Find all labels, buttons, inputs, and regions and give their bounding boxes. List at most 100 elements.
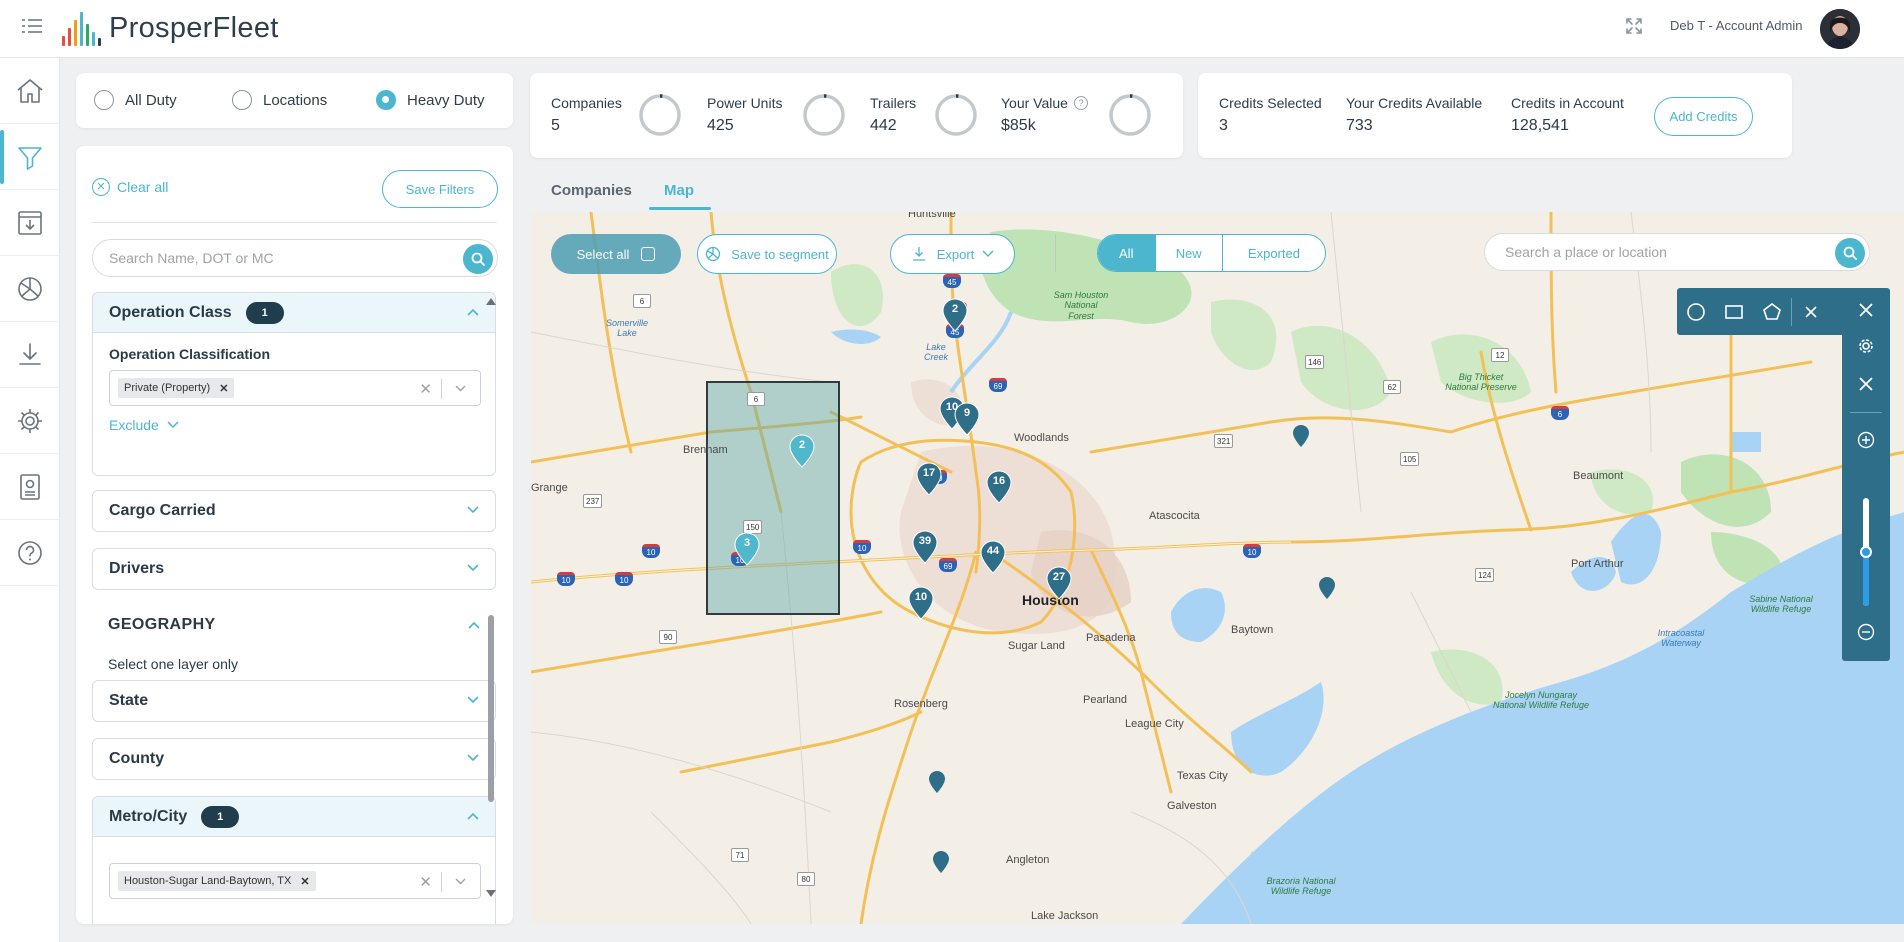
save-filters-button[interactable]: Save Filters [382, 170, 498, 208]
segment-new[interactable]: New [1156, 235, 1223, 271]
tool-divider [1850, 412, 1882, 413]
remove-layer-button[interactable] [1842, 364, 1890, 404]
radio-circle[interactable] [376, 90, 396, 110]
section-state[interactable]: State [92, 680, 496, 722]
clear-selection-icon[interactable]: ✕ [419, 873, 432, 891]
cluster-pin[interactable]: 44 [980, 540, 1006, 574]
cluster-pin[interactable]: 39 [912, 530, 938, 564]
park-label: Big Thicket National Preserve [1445, 372, 1517, 393]
cluster-pin[interactable]: 17 [916, 462, 942, 496]
chevron-up-icon[interactable] [467, 308, 479, 316]
cluster-pin[interactable]: 27 [1046, 566, 1072, 600]
geography-header[interactable]: GEOGRAPHY [92, 605, 496, 645]
select-separator [441, 872, 442, 892]
interstate-shield: 10 [853, 540, 871, 554]
zoom-slider-handle[interactable] [1860, 546, 1872, 558]
draw-circle-tool[interactable] [1677, 288, 1715, 335]
chip-remove-icon[interactable]: ✕ [300, 875, 309, 888]
nav-home[interactable] [0, 58, 60, 124]
section-county[interactable]: County [92, 738, 496, 780]
interstate-shield: 6 [1551, 406, 1569, 420]
operation-classification-select[interactable]: Private (Property) ✕ ✕ [109, 370, 481, 406]
cluster-pin[interactable]: 2 [789, 434, 815, 468]
segment-all[interactable]: All [1098, 235, 1156, 271]
nav-segments[interactable] [0, 256, 60, 322]
badge-icon [20, 473, 40, 500]
segment-exported[interactable]: Exported [1223, 235, 1325, 271]
location-pin[interactable] [1292, 424, 1310, 448]
exclude-toggle[interactable]: Exclude [109, 417, 179, 433]
radio-circle[interactable] [94, 90, 114, 110]
interstate-shield: 10 [557, 572, 575, 586]
select-all-button[interactable]: Select all [551, 234, 681, 274]
radio-all-duty[interactable]: All Duty [94, 90, 177, 110]
map-view[interactable]: 4545101010101010104569696690150146126232… [531, 212, 1904, 924]
radio-heavy-duty[interactable]: Heavy Duty [376, 90, 485, 110]
tab-companies[interactable]: Companies [551, 182, 632, 199]
add-credits-button[interactable]: Add Credits [1654, 97, 1753, 136]
fullscreen-icon[interactable] [1624, 16, 1644, 36]
zoom-slider[interactable] [1860, 498, 1872, 606]
operation-class-header[interactable]: Operation Class 1 [93, 293, 495, 333]
nav-account[interactable] [0, 454, 60, 520]
logo-bar [62, 36, 65, 46]
scroll-thumb[interactable] [488, 615, 494, 802]
brand-logo[interactable]: ProsperFleet [62, 8, 279, 48]
nav-help[interactable] [0, 520, 60, 586]
metro-city-select[interactable]: Houston-Sugar Land-Baytown, TX ✕ ✕ [109, 863, 481, 899]
clear-shapes-button[interactable] [1842, 290, 1890, 330]
county-header[interactable]: County [93, 739, 495, 779]
cargo-carried-header[interactable]: Cargo Carried [93, 491, 495, 531]
zoom-in-button[interactable] [1842, 420, 1890, 460]
radio-locations[interactable]: Locations [232, 90, 327, 110]
export-button[interactable]: Export [890, 234, 1015, 274]
select-all-checkbox[interactable] [641, 247, 656, 261]
cluster-count: 27 [1052, 571, 1066, 583]
nav-downloads[interactable] [0, 322, 60, 388]
cluster-pin[interactable]: 16 [986, 470, 1012, 504]
location-pin[interactable] [932, 850, 950, 874]
chevron-down-icon[interactable] [455, 385, 466, 392]
section-drivers[interactable]: Drivers [92, 548, 496, 590]
filter-scrollbar[interactable] [485, 298, 497, 898]
drivers-header[interactable]: Drivers [93, 549, 495, 589]
user-name[interactable]: Deb T - Account Admin [1670, 18, 1802, 33]
place-search-input[interactable] [1505, 244, 1805, 260]
save-to-segment-button[interactable]: Save to segment [697, 234, 837, 274]
nav-settings[interactable] [0, 388, 60, 454]
close-draw-tool[interactable] [1792, 288, 1830, 335]
draw-rectangle-tool[interactable] [1715, 288, 1753, 335]
nav-filters[interactable] [0, 124, 60, 190]
cluster-pin[interactable]: 10 [908, 586, 934, 620]
tab-map[interactable]: Map [664, 182, 694, 199]
cluster-pin[interactable]: 2 [942, 298, 968, 332]
radio-circle[interactable] [232, 90, 252, 110]
company-search-input[interactable] [109, 250, 429, 266]
avatar[interactable] [1820, 9, 1860, 49]
chevron-down-icon[interactable] [455, 878, 466, 885]
metro-city-header[interactable]: Metro/City 1 [93, 797, 495, 837]
zoom-out-icon [1857, 623, 1875, 641]
chip-remove-icon[interactable]: ✕ [219, 382, 228, 395]
scroll-up-arrow-icon[interactable] [486, 298, 496, 305]
chevron-up-icon[interactable] [467, 812, 479, 820]
cluster-pin[interactable]: 9 [954, 402, 980, 436]
info-icon[interactable]: ? [1073, 96, 1088, 110]
cluster-pin[interactable]: 3 [734, 532, 760, 566]
scroll-down-arrow-icon[interactable] [486, 890, 496, 897]
map-settings-button[interactable] [1842, 326, 1890, 366]
location-pin[interactable] [928, 770, 946, 794]
menu-icon[interactable] [22, 18, 42, 34]
clear-all-button[interactable]: ✕ Clear all [92, 178, 168, 196]
section-metro-city: Metro/City 1 Houston-Sugar Land-Baytown,… [92, 796, 496, 924]
map-pin-icon [1293, 425, 1309, 447]
search-button[interactable] [463, 244, 493, 274]
state-header[interactable]: State [93, 681, 495, 721]
location-pin[interactable] [1318, 576, 1336, 600]
place-search-button[interactable] [1835, 238, 1865, 268]
section-cargo-carried[interactable]: Cargo Carried [92, 490, 496, 532]
nav-saved-lists[interactable] [0, 190, 60, 256]
clear-selection-icon[interactable]: ✕ [419, 380, 432, 398]
draw-polygon-tool[interactable] [1753, 288, 1791, 335]
zoom-out-button[interactable] [1842, 612, 1890, 652]
